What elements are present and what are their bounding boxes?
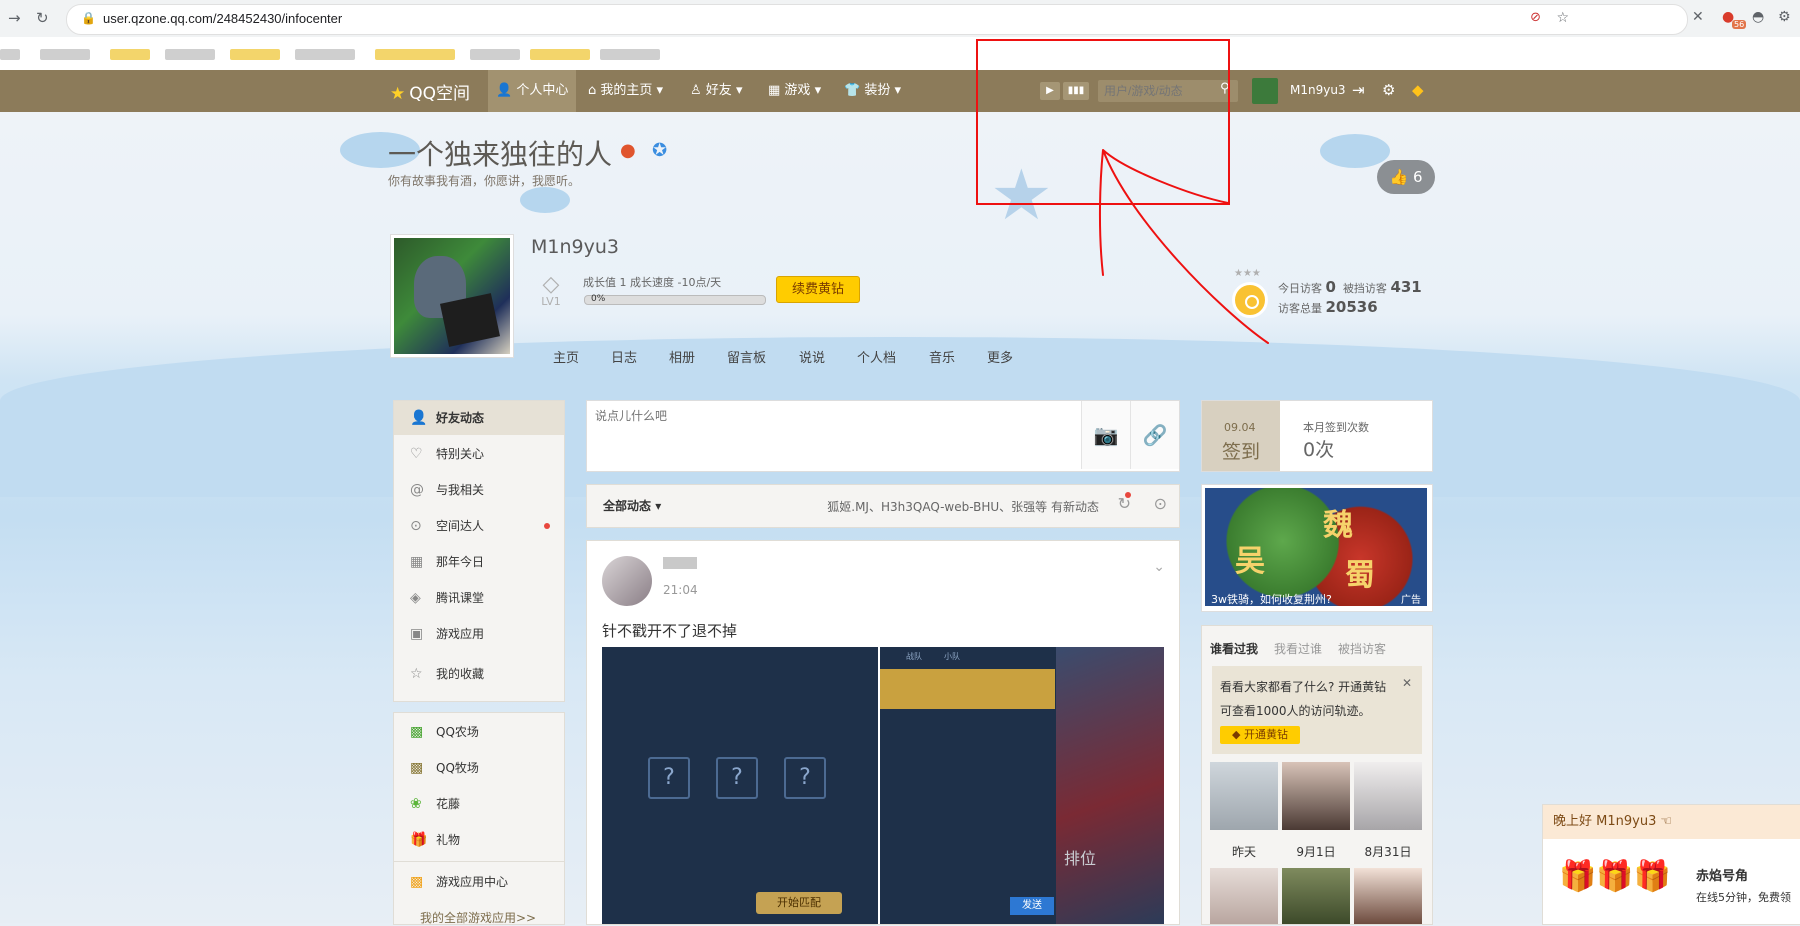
- annotation-arrow: [1098, 149, 1269, 344]
